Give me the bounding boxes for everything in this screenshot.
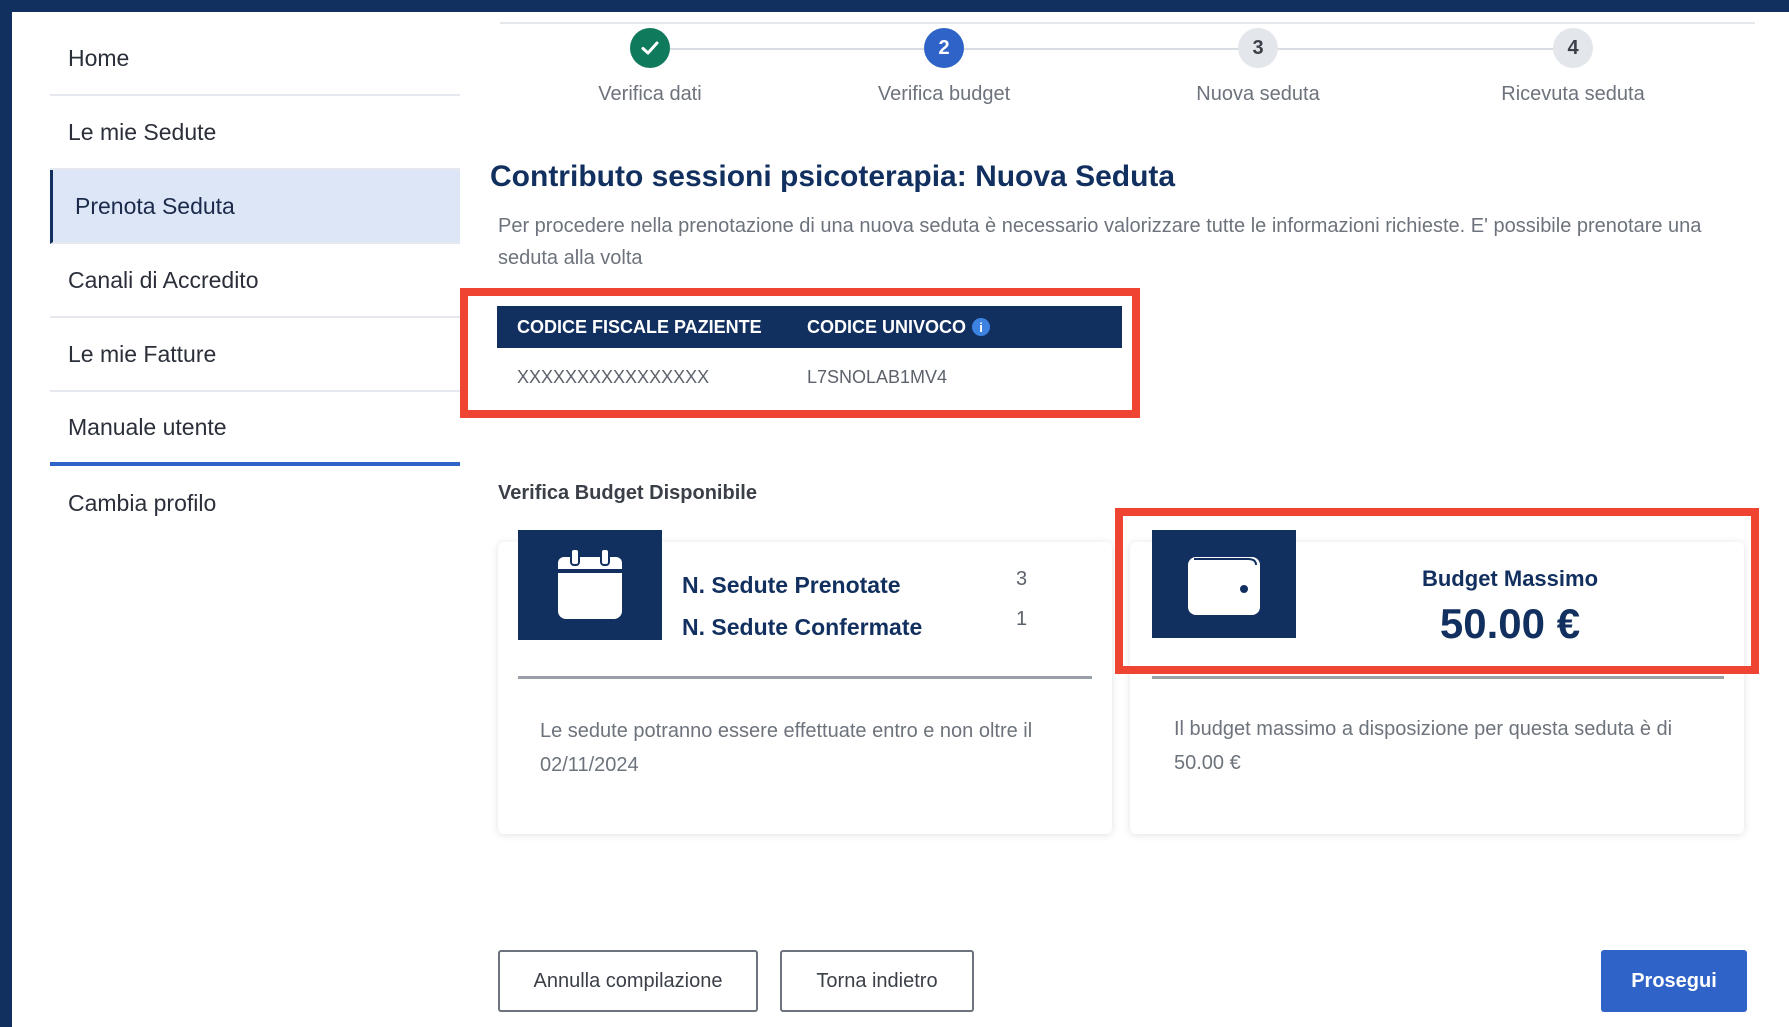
step-verifica-budget: 2 Verifica budget <box>864 28 1024 108</box>
step-number: 2 <box>924 28 964 68</box>
confirmed-sessions-label: N. Sedute Confermate <box>682 614 923 640</box>
confirmed-sessions-value: 1 <box>1016 608 1028 630</box>
sidebar-item-home[interactable]: Home <box>50 22 460 96</box>
card-divider <box>518 676 1092 679</box>
sidebar-item-label: Prenota Seduta <box>75 192 235 219</box>
step-label: Verifica dati <box>598 83 702 105</box>
page-title: Contributo sessioni psicoterapia: Nuova … <box>490 160 1176 193</box>
step-verifica-dati: Verifica dati <box>550 28 750 108</box>
page-description: Per procedere nella prenotazione di una … <box>498 215 1702 269</box>
stepper-track <box>650 48 1590 50</box>
highlight-box-patient <box>460 288 1140 418</box>
step-done-indicator <box>630 28 670 68</box>
step-label: Nuova seduta <box>1196 83 1320 105</box>
section-title: Verifica Budget Disponibile <box>498 482 757 504</box>
sidebar-item-cambia-profilo[interactable]: Cambia profilo <box>50 466 460 540</box>
step-label: Ricevuta seduta <box>1501 83 1645 105</box>
highlight-box-budget <box>1115 508 1759 674</box>
sessions-card: N. Sedute Prenotate 3 N. Sedute Conferma… <box>498 530 1112 834</box>
progress-stepper: Verifica dati 2 Verifica budget 3 Nuova … <box>500 28 1755 148</box>
back-button[interactable]: Torna indietro <box>780 950 974 1012</box>
top-divider <box>500 22 1755 24</box>
sessions-note: Le sedute potranno essere effettuate ent… <box>540 720 1033 776</box>
booked-sessions-label: N. Sedute Prenotate <box>682 572 901 598</box>
sidebar-item-label: Home <box>68 44 130 71</box>
step-number: 3 <box>1238 28 1278 68</box>
sidebar-item-label: Cambia profilo <box>68 489 217 516</box>
sidebar-nav: Home Le mie Sedute Prenota Seduta Canali… <box>50 22 460 540</box>
card-divider <box>1152 676 1724 679</box>
sidebar-item-label: Le mie Fatture <box>68 340 217 367</box>
step-nuova-seduta: 3 Nuova seduta <box>1178 28 1338 108</box>
step-number: 4 <box>1553 28 1593 68</box>
budget-note: Il budget massimo a disposizione per que… <box>1174 718 1673 774</box>
sidebar-item-manuale-utente[interactable]: Manuale utente <box>50 392 460 466</box>
calendar-icon-block <box>518 530 662 640</box>
sidebar-item-prenota-seduta[interactable]: Prenota Seduta <box>50 170 460 244</box>
sidebar-item-le-mie-fatture[interactable]: Le mie Fatture <box>50 318 460 392</box>
sidebar-item-label: Canali di Accredito <box>68 266 259 293</box>
step-label: Verifica budget <box>877 83 1011 105</box>
step-ricevuta-seduta: 4 Ricevuta seduta <box>1493 28 1653 108</box>
sidebar-item-le-mie-sedute[interactable]: Le mie Sedute <box>50 96 460 170</box>
booked-sessions-value: 3 <box>1016 568 1028 590</box>
sidebar-item-label: Manuale utente <box>68 413 227 440</box>
calendar-icon <box>558 548 622 619</box>
check-icon <box>641 41 659 55</box>
sidebar-item-canali-di-accredito[interactable]: Canali di Accredito <box>50 244 460 318</box>
next-button[interactable]: Prosegui <box>1601 950 1747 1012</box>
cancel-button[interactable]: Annulla compilazione <box>498 950 758 1012</box>
sidebar-item-label: Le mie Sedute <box>68 118 217 145</box>
